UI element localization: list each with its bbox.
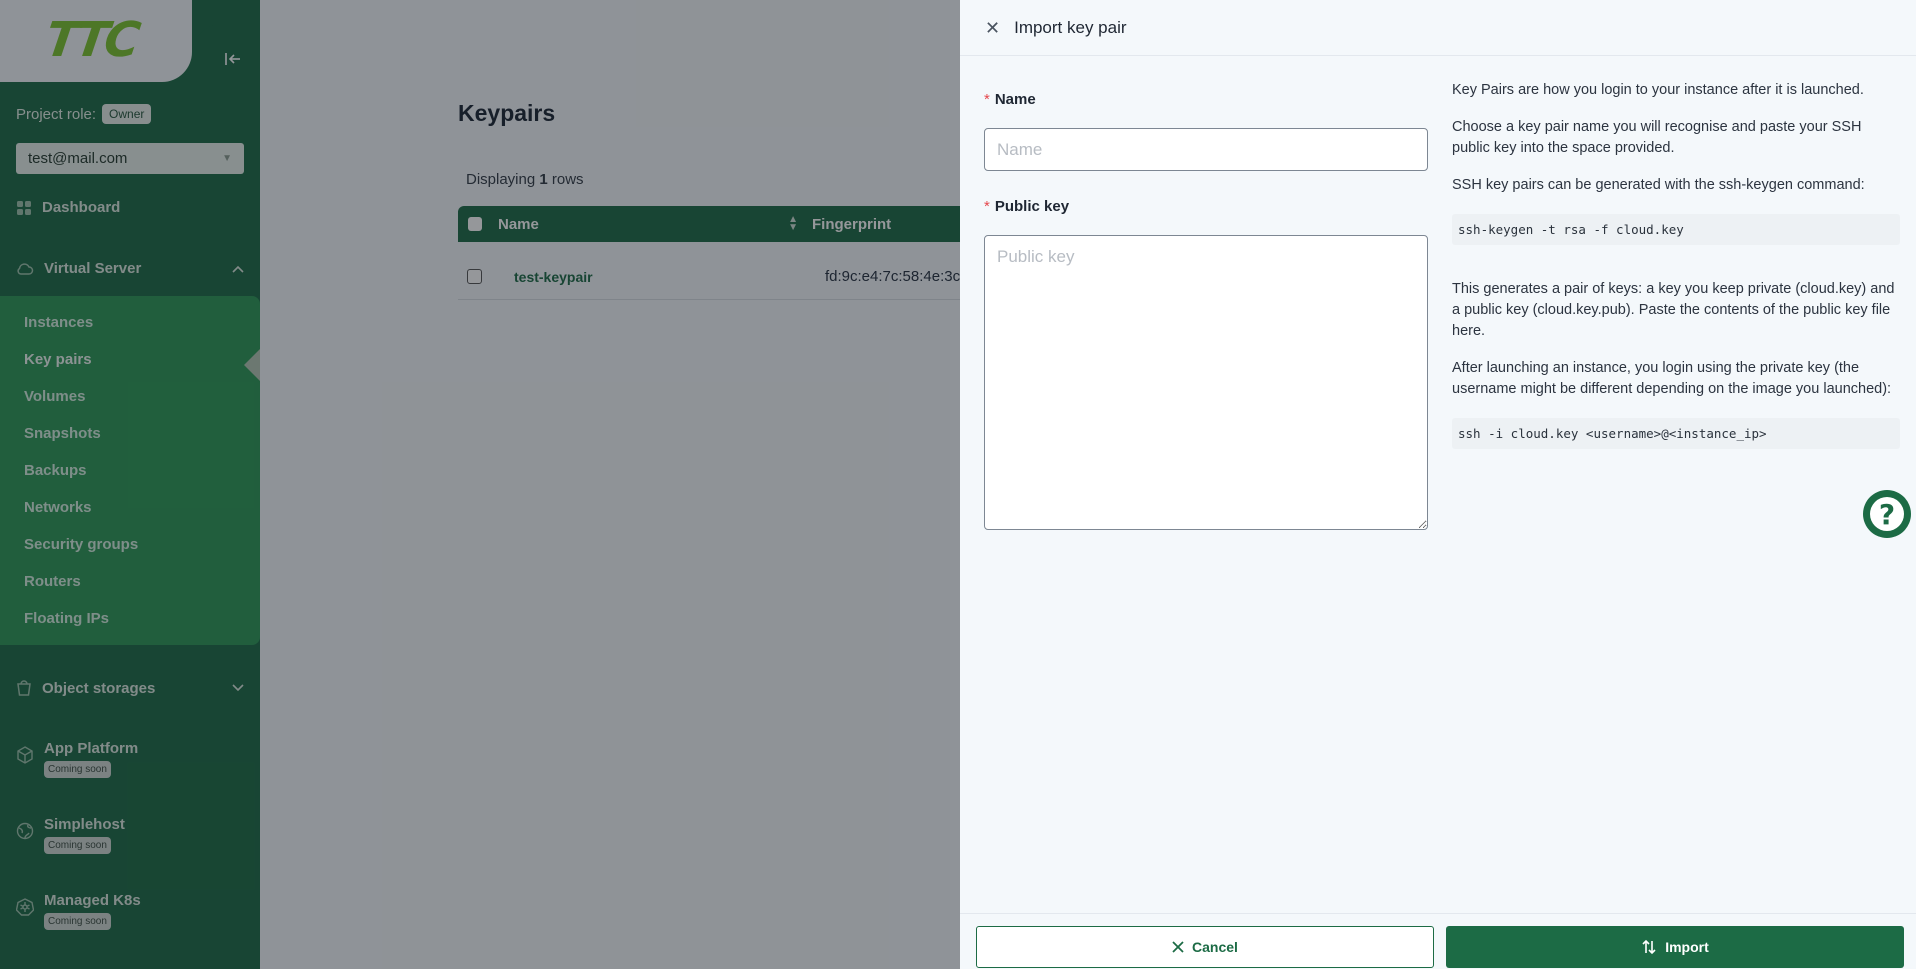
import-button[interactable]: Import (1446, 926, 1904, 968)
import-arrows-icon (1642, 939, 1656, 955)
drawer-title: Import key pair (1014, 17, 1127, 37)
help-text: After launching an instance, you login u… (1452, 360, 1892, 397)
drawer-header: ✕ Import key pair (960, 0, 1916, 56)
help-text: Choose a key pair name you will recognis… (1452, 119, 1862, 156)
public-key-field-label: * Public key (984, 198, 1069, 215)
public-key-textarea[interactable] (984, 235, 1428, 530)
name-label-text: Name (994, 91, 1036, 108)
cancel-button[interactable]: Cancel (976, 926, 1434, 968)
code-snippet-keygen: ssh-keygen -t rsa -f cloud.key (1452, 214, 1900, 245)
cancel-button-label: Cancel (1192, 939, 1238, 955)
help-text: SSH key pairs can be generated with the … (1452, 177, 1865, 193)
help-text: This generates a pair of keys: a key you… (1452, 281, 1895, 339)
name-field-label: * Name (984, 91, 1036, 108)
help-panel: Key Pairs are how you login to your inst… (1452, 80, 1900, 471)
code-snippet-ssh: ssh -i cloud.key <username>@<instance_ip… (1452, 418, 1900, 449)
required-marker: * (984, 198, 990, 215)
import-button-label: Import (1665, 939, 1709, 955)
modal-backdrop[interactable] (0, 0, 960, 969)
close-icon[interactable]: ✕ (985, 19, 1000, 37)
public-key-label-text: Public key (994, 198, 1070, 215)
help-text: Key Pairs are how you login to your inst… (1452, 82, 1864, 98)
name-input[interactable] (984, 128, 1428, 171)
required-marker: * (984, 91, 990, 108)
import-key-pair-drawer: ✕ Import key pair *Name *Public key Key … (960, 0, 1916, 969)
question-icon: ? (1870, 497, 1904, 531)
close-icon (1172, 941, 1184, 953)
active-item-indicator (244, 349, 260, 381)
help-button[interactable]: ? (1863, 490, 1911, 538)
drawer-footer: Cancel Import (960, 913, 1916, 969)
